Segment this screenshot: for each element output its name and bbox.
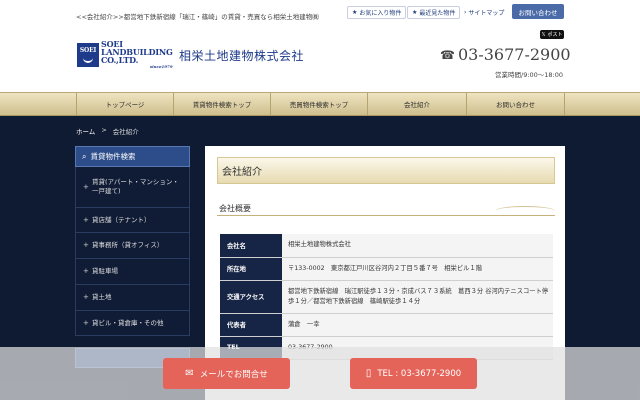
company-logo[interactable]: SOEI SOEI LANDBUILDING CO.,LTD. since197… <box>77 40 173 69</box>
logo-emblem-text: SOEI <box>79 46 97 54</box>
tel-button[interactable]: ▯ TEL : 03-3677-2900 <box>350 358 477 389</box>
mail-icon: ✉ <box>185 368 194 379</box>
section-divider <box>217 215 555 216</box>
page-title: 会社紹介 <box>217 157 555 184</box>
table-value: 蒲倉 一幸 <box>282 313 553 337</box>
x-post-button[interactable]: 𝕏 ポスト <box>540 30 564 39</box>
sidebar-item-label: 貸店舗（テナント） <box>92 215 151 224</box>
sidebar-item-land[interactable]: 貸土地 <box>75 285 190 311</box>
breadcrumb: ホーム > 会社紹介 <box>76 126 139 136</box>
table-row: 代表者 蒲倉 一幸 <box>220 313 553 337</box>
mobile-phone-icon: ▯ <box>365 368 372 379</box>
breadcrumb-current: 会社紹介 <box>112 128 139 136</box>
floating-cta-bar: ✉ メールでお問合せ ▯ TEL : 03-3677-2900 <box>0 347 640 400</box>
table-row: 所在地 〒133-0002 東京都江戸川区谷河内２丁目５番７号 相栄ビル１階 <box>220 257 553 281</box>
sidebar-item-label: 貸事務所（貸オフィス） <box>92 241 164 249</box>
company-name: 相栄土地建物株式会社 <box>179 49 305 63</box>
table-value: 相栄土地建物株式会社 <box>282 234 553 258</box>
table-row: 交通アクセス 都営地下鉄新宿線 瑞江駅徒歩１３分・京成バス７３系統 葛西３分 谷… <box>220 280 553 314</box>
sidebar-item-building[interactable]: 貸ビル・貸倉庫・その他 <box>75 311 190 336</box>
table-value: 〒133-0002 東京都江戸川区谷河内２丁目５番７号 相栄ビル１階 <box>282 257 553 281</box>
nav-item-sale-search[interactable]: 売買物件検索トップ <box>270 93 367 115</box>
phone-icon: ☎ <box>440 47 455 62</box>
recent-label: 最近見た物件 <box>419 10 456 17</box>
favorites-button[interactable]: ★ お気に入り物件 <box>347 6 407 19</box>
inquiry-button[interactable]: お問い合わせ <box>512 4 564 19</box>
mail-inquiry-label: メールでお問合せ <box>199 369 268 380</box>
x-post-label: ポスト <box>547 32 563 38</box>
favorites-label: お気に入り物件 <box>359 10 402 17</box>
breadcrumb-home[interactable]: ホーム <box>76 126 95 136</box>
site-header: <<会社紹介>>都営地下鉄新宿線「瑞江・篠崎」の賃貸・売買なら相栄土地建物㈱ ★… <box>0 0 640 92</box>
business-hours: 営業時間/9:00～18:00 <box>495 71 564 79</box>
nav-item-rent-search[interactable]: 賃貸物件検索トップ <box>173 93 270 115</box>
logo-emblem: SOEI <box>77 42 99 67</box>
company-info-table: 会社名 相栄土地建物株式会社 所在地 〒133-0002 東京都江戸川区谷河内２… <box>220 234 553 360</box>
recent-button[interactable]: ★ 最近見た物件 <box>407 6 461 19</box>
logo-wordmark: SOEI LANDBUILDING CO.,LTD. since1979 <box>101 40 173 69</box>
table-key: 会社名 <box>220 234 282 258</box>
table-key: 交通アクセス <box>220 280 282 314</box>
sitemap-label: サイトマップ <box>468 10 505 17</box>
sidebar-item-parking[interactable]: 貸駐車場 <box>75 259 190 285</box>
sidebar-item-office[interactable]: 貸事務所（貸オフィス） <box>75 233 190 259</box>
sitemap-link[interactable]: › サイトマップ <box>464 6 504 19</box>
chevron-right-icon: › <box>464 9 467 16</box>
global-nav: トップページ 賃貸物件検索トップ 売買物件検索トップ 会社紹介 お問い合わせ <box>0 92 640 116</box>
sidebar-item-shop[interactable]: 貸店舗（テナント） <box>75 208 190 233</box>
sidebar: ⌕ 賃貸物件検索 賃貸(アパート・マンション・一戸建て) 貸店舗（テナント） 貸… <box>75 146 190 368</box>
table-value: 都営地下鉄新宿線 瑞江駅徒歩１３分・京成バス７３系統 葛西３分 谷河内テニスコー… <box>282 280 553 314</box>
x-icon: 𝕏 <box>541 31 546 38</box>
sidebar-item-label: 貸土地 <box>92 293 112 301</box>
star-icon: ★ <box>352 9 358 16</box>
header-tagline: <<会社紹介>>都営地下鉄新宿線「瑞江・篠崎」の賃貸・売買なら相栄土地建物㈱ <box>76 13 319 21</box>
sidebar-title: ⌕ 賃貸物件検索 <box>75 146 190 167</box>
table-row: 会社名 相栄土地建物株式会社 <box>220 234 553 258</box>
mail-inquiry-button[interactable]: ✉ メールでお問合せ <box>163 358 290 389</box>
nav-item-company[interactable]: 会社紹介 <box>367 93 466 115</box>
header-phone[interactable]: ☎ 03-3677-2900 <box>440 45 571 64</box>
section-title: 会社概要 <box>219 204 251 213</box>
sidebar-item-label: 貸ビル・貸倉庫・その他 <box>92 318 164 327</box>
logo-line-3: CO.,LTD. <box>101 55 139 65</box>
phone-number: 03-3677-2900 <box>457 45 571 64</box>
sidebar-item-rental-residence[interactable]: 賃貸(アパート・マンション・一戸建て) <box>75 167 190 208</box>
sidebar-item-label: 賃貸(アパート・マンション・一戸建て) <box>92 178 179 195</box>
sidebar-title-label: 賃貸物件検索 <box>90 152 136 161</box>
flower-icon <box>83 55 93 63</box>
star-icon: ★ <box>412 9 418 16</box>
breadcrumb-separator: > <box>101 126 107 134</box>
search-icon: ⌕ <box>82 151 87 161</box>
nav-item-top[interactable]: トップページ <box>76 93 173 115</box>
nav-item-contact[interactable]: お問い合わせ <box>466 93 565 115</box>
sidebar-item-label: 貸駐車場 <box>92 267 118 275</box>
tel-label: TEL : 03-3677-2900 <box>377 368 462 379</box>
table-key: 代表者 <box>220 313 282 337</box>
table-key: 所在地 <box>220 257 282 281</box>
